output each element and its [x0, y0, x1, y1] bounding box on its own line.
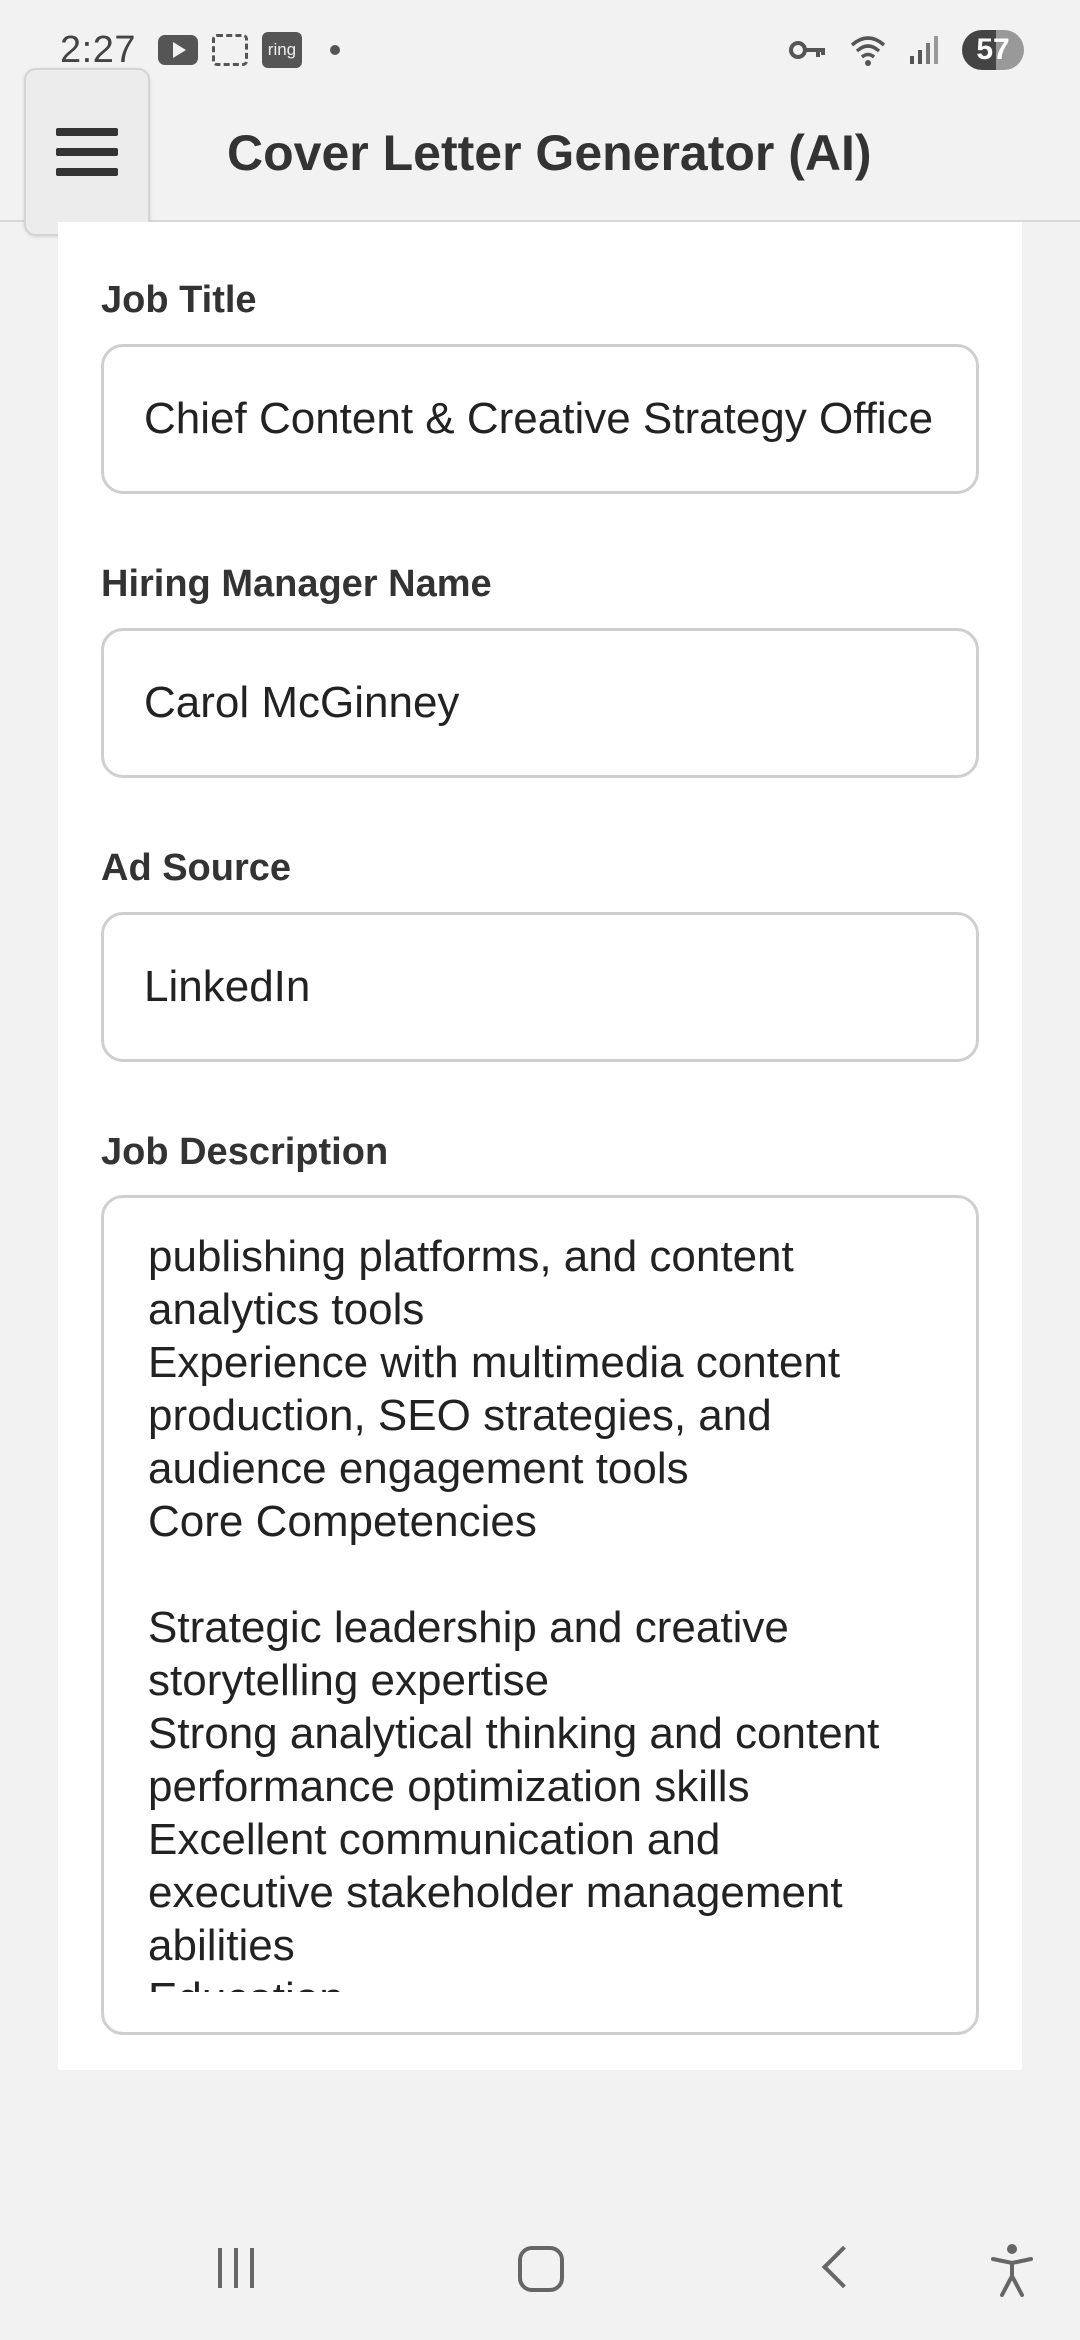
hiring-manager-field[interactable]	[101, 628, 979, 778]
accessibility-icon[interactable]	[990, 2242, 1034, 2303]
status-left: 2:27 ring	[60, 29, 340, 72]
hamburger-icon-bar	[56, 148, 118, 156]
job-description-line: Strong analytical thinking and content	[148, 1709, 880, 1758]
back-button[interactable]	[821, 2245, 865, 2289]
job-description-line: executive stakeholder management	[148, 1868, 843, 1917]
job-description-line: Core Competencies	[148, 1497, 537, 1546]
youtube-icon	[157, 35, 198, 65]
page-title: Cover Letter Generator (AI)	[227, 125, 872, 181]
hiring-manager-input[interactable]	[144, 678, 936, 728]
job-description-line: abilities	[148, 1921, 295, 1970]
hamburger-icon-bar	[56, 168, 118, 176]
home-button[interactable]	[518, 2246, 564, 2292]
status-time: 2:27	[60, 28, 136, 71]
job-description-line: performance optimization skills	[148, 1762, 750, 1811]
job-description-label: Job Description	[101, 1131, 389, 1173]
battery-indicator: 57	[962, 30, 1024, 70]
ad-source-label: Ad Source	[101, 847, 292, 889]
status-right: 57	[788, 30, 1024, 70]
form-card: Job Title Hiring Manager Name Ad Source …	[58, 222, 1022, 2070]
vpn-key-icon	[788, 38, 828, 62]
job-description-line	[148, 1548, 936, 1601]
job-title-field[interactable]	[101, 344, 979, 494]
job-description-content: publishing platforms, and content analyti…	[148, 1230, 936, 1992]
job-description-textarea[interactable]: publishing platforms, and content analyti…	[101, 1195, 979, 2035]
job-description-line: Education	[148, 1972, 936, 1992]
job-description-line: Excellent communication and	[148, 1815, 721, 1864]
ad-source-field[interactable]	[101, 912, 979, 1062]
job-description-line: publishing platforms, and content	[148, 1232, 794, 1281]
job-description-line: Experience with multimedia content	[148, 1338, 841, 1387]
job-description-line: storytelling expertise	[148, 1656, 550, 1705]
job-title-label: Job Title	[101, 279, 257, 321]
job-description-line: Strategic leadership and creative	[148, 1603, 789, 1652]
system-nav-bar	[0, 2200, 1080, 2340]
hiring-manager-label: Hiring Manager Name	[101, 563, 492, 605]
status-bar: 2:27 ring 57	[0, 0, 1080, 100]
dot-icon	[329, 45, 340, 55]
hamburger-icon-bar	[56, 128, 118, 136]
app-header: Cover Letter Generator (AI)	[0, 68, 1080, 236]
recent-apps-button[interactable]	[218, 2248, 254, 2288]
ad-source-input[interactable]	[144, 962, 936, 1012]
menu-button[interactable]	[24, 68, 150, 236]
job-description-line: audience engagement tools	[148, 1444, 689, 1493]
job-title-input[interactable]	[144, 394, 936, 444]
wifi-icon	[848, 33, 888, 67]
ring-icon: ring	[261, 32, 302, 68]
signal-icon	[908, 34, 942, 66]
job-description-line: analytics tools	[148, 1285, 425, 1334]
screenshot-icon	[211, 34, 248, 66]
job-description-line: production, SEO strategies, and	[148, 1391, 772, 1440]
